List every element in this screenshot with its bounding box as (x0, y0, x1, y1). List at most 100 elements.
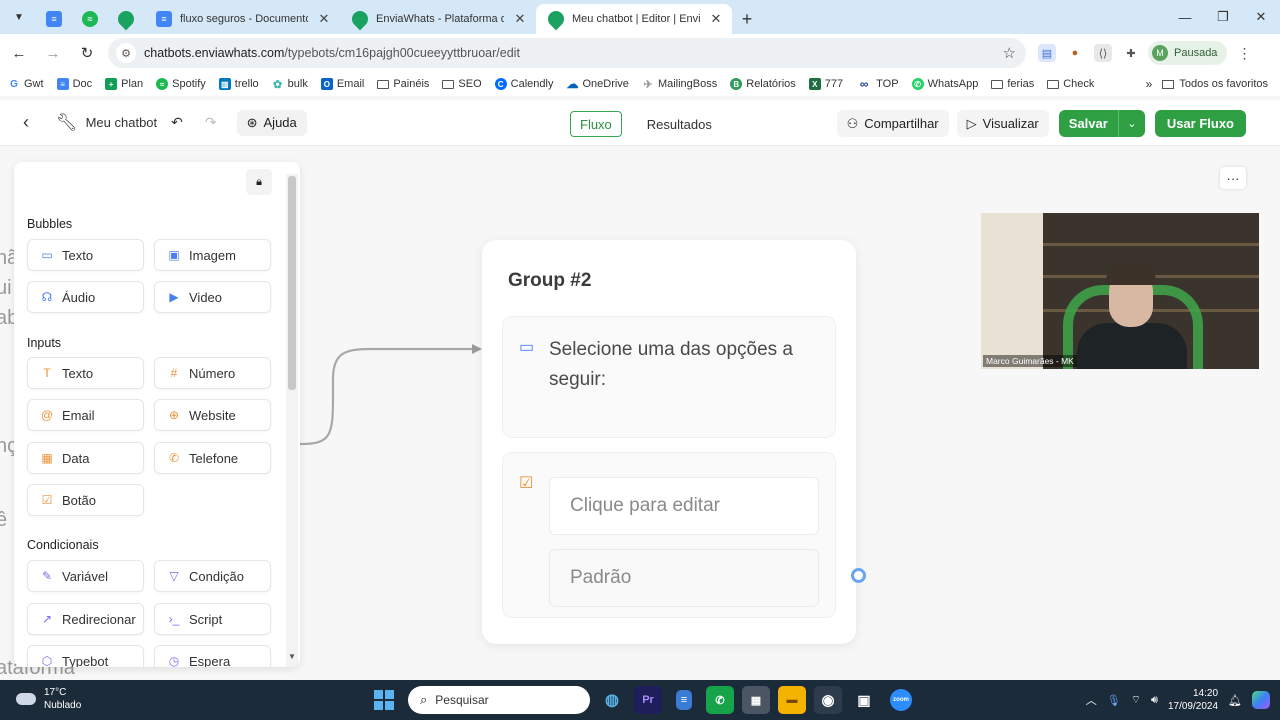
lock-sidebar-button[interactable]: 🔒︎ (246, 169, 272, 195)
preview-button[interactable]: ▷ Visualizar (956, 110, 1049, 137)
calculator-icon[interactable]: ▦ (742, 686, 770, 714)
use-flow-button[interactable]: Usar Fluxo (1154, 110, 1246, 137)
output-connector-handle[interactable] (851, 568, 866, 583)
wifi-icon[interactable]: ⌔ (1131, 693, 1141, 707)
pinned-tab-docs[interactable]: ≡ (36, 4, 72, 34)
sidebar-scroll-thumb[interactable] (288, 176, 296, 390)
globe-app-icon[interactable]: ◍ (598, 686, 626, 714)
back-chevron-icon[interactable]: ‹ (12, 109, 40, 137)
copilot-icon[interactable] (1252, 691, 1270, 709)
volume-icon[interactable]: 🔊︎ (1151, 694, 1158, 707)
tab-fluxo[interactable]: Fluxo (570, 111, 622, 137)
group-title[interactable]: Group #2 (508, 270, 591, 292)
block-logic-script[interactable]: ›_ Script (154, 603, 271, 635)
bookmark-777[interactable]: X 777 (808, 78, 843, 90)
windows-start-icon[interactable] (368, 684, 400, 716)
block-logic-variavel[interactable]: ✎ Variável (27, 560, 144, 592)
text-bubble-content[interactable]: Selecione uma das opções a seguir: (549, 335, 819, 395)
bookmark-calendly[interactable]: C Calendly (494, 78, 553, 90)
redo-icon[interactable]: ↷ (205, 114, 217, 131)
more-bookmarks-icon[interactable]: » (1146, 77, 1153, 91)
block-input-data[interactable]: ▦ Data (27, 442, 144, 474)
forward-arrow-icon[interactable]: → (38, 38, 68, 68)
tab-search-chevron-icon[interactable]: ▼ (6, 4, 32, 30)
block-input-numero[interactable]: # Número (154, 357, 271, 389)
default-button-item[interactable]: Padrão (549, 549, 819, 607)
block-logic-redirecionar[interactable]: ↗ Redirecionar (27, 603, 144, 635)
button-item[interactable]: Clique para editar (549, 477, 819, 535)
block-bubble-video[interactable]: ▶ Video (154, 281, 271, 313)
save-options-chevron-icon[interactable]: ⌄ (1117, 110, 1145, 137)
bookmark-trello[interactable]: ▥ trello (218, 78, 259, 90)
clock[interactable]: 14:20 17/09/2024 (1168, 687, 1218, 713)
bookmark-spotify[interactable]: ≈ Spotify (156, 78, 206, 90)
cookie-extension-icon[interactable]: ● (1066, 44, 1084, 62)
zoom-icon[interactable]: zoom (890, 689, 912, 711)
share-button[interactable]: ⚇ Compartilhar (836, 110, 949, 137)
app-icon[interactable]: ▣ (850, 686, 878, 714)
maximize-icon[interactable]: ❐ (1204, 0, 1242, 34)
bookmark-onedrive[interactable]: ☁ OneDrive (566, 77, 628, 91)
file-explorer-icon[interactable]: ▬ (778, 686, 806, 714)
bookmark-doc[interactable]: ≡ Doc (56, 78, 92, 90)
block-bubble-texto[interactable]: ▭ Texto (27, 239, 144, 271)
block-input-telefone[interactable]: ✆ Telefone (154, 442, 271, 474)
weather-widget[interactable]: 17°C Nublado (16, 686, 81, 712)
back-arrow-icon[interactable]: ← (4, 38, 34, 68)
block-logic-condicao[interactable]: ▽ Condição (154, 560, 271, 592)
bookmark-ferias[interactable]: ferias (991, 78, 1034, 90)
chrome-icon[interactable]: ◉ (814, 686, 842, 714)
translate-extension-icon[interactable]: ▤ (1038, 44, 1056, 62)
premiere-icon[interactable]: Pr (634, 686, 662, 714)
canvas-more-options-icon[interactable]: ··· (1220, 167, 1246, 189)
phone-link-icon[interactable]: ✆ (706, 686, 734, 714)
site-info-icon[interactable]: ⚙ (116, 43, 136, 63)
buttons-input-block[interactable]: ☑ Clique para editar Padrão (502, 452, 836, 618)
block-logic-espera[interactable]: ◷ Espera (154, 645, 271, 667)
reload-icon[interactable]: ↻ (72, 38, 102, 68)
pinned-tab-spotify[interactable]: ≈ (72, 4, 108, 34)
block-input-botao[interactable]: ☑ Botão (27, 484, 144, 516)
new-tab-plus-icon[interactable]: + (732, 4, 762, 34)
tab-resultados[interactable]: Resultados (638, 111, 721, 137)
help-button[interactable]: ⊛ Ajuda (236, 109, 307, 136)
all-bookmarks-folder[interactable]: Todos os favoritos (1162, 78, 1268, 90)
bot-name[interactable]: Meu chatbot (86, 115, 158, 130)
bookmark-star-icon[interactable]: ☆ (1003, 44, 1016, 62)
close-window-icon[interactable]: ✕ (1242, 0, 1280, 34)
close-tab-icon[interactable]: ✕ (512, 11, 528, 27)
close-tab-icon[interactable]: ✕ (316, 11, 332, 27)
scroll-down-arrow-icon[interactable]: ▼ (288, 652, 296, 661)
bookmark-seo[interactable]: SEO (442, 78, 482, 90)
pinned-tab-enviawhats[interactable] (108, 4, 144, 34)
block-bubble-imagem[interactable]: ▣ Imagem (154, 239, 271, 271)
block-bubble-audio[interactable]: ☊ Áudio (27, 281, 144, 313)
block-input-website[interactable]: ⊕ Website (154, 399, 271, 431)
save-button[interactable]: Salvar (1058, 110, 1118, 137)
minimize-icon[interactable]: — (1166, 0, 1204, 34)
tab-fluxo-seguros[interactable]: ≡ fluxo seguros - Documentos Go ✕ (144, 4, 340, 34)
browser-menu-icon[interactable]: ⋮ (1237, 45, 1251, 62)
profile-button[interactable]: M Pausada (1148, 41, 1228, 65)
bookmark-relatorios[interactable]: B Relatórios (730, 78, 796, 90)
taskbar-search[interactable]: ⌕ Pesquisar (408, 686, 590, 714)
bookmark-paineis[interactable]: Painéis (377, 78, 429, 90)
code-extension-icon[interactable]: ⟨⟩ (1094, 44, 1112, 62)
bookmark-plan[interactable]: + Plan (105, 78, 143, 90)
notepad-icon[interactable]: ≡ (676, 690, 692, 710)
bookmark-bulk[interactable]: ✿ bulk (272, 78, 308, 91)
block-input-email[interactable]: @ Email (27, 399, 144, 431)
text-bubble-block[interactable]: ▭ Selecione uma das opções a seguir: (502, 316, 836, 438)
tray-chevron-up-icon[interactable]: ︿ (1086, 692, 1097, 708)
close-tab-icon[interactable]: ✕ (708, 11, 724, 27)
tab-meu-chatbot[interactable]: Meu chatbot | Editor | EnviaWh ✕ (536, 4, 732, 34)
bookmark-gwt[interactable]: G Gwt (8, 78, 43, 90)
undo-icon[interactable]: ↶ (171, 114, 183, 131)
tab-enviawhats[interactable]: EnviaWhats - Plataforma de ate ✕ (340, 4, 536, 34)
group-node[interactable]: Group #2 ▭ Selecione uma das opções a se… (482, 240, 856, 644)
microphone-icon[interactable]: 🎙︎ (1107, 694, 1121, 707)
bookmark-check[interactable]: Check (1047, 78, 1094, 90)
address-bar[interactable]: ⚙ chatbots.enviawhats.com/typebots/cm16p… (108, 38, 1026, 68)
bookmark-top[interactable]: ∞ TOP (856, 77, 899, 91)
bookmark-mailingboss[interactable]: ✈ MailingBoss (642, 78, 717, 91)
